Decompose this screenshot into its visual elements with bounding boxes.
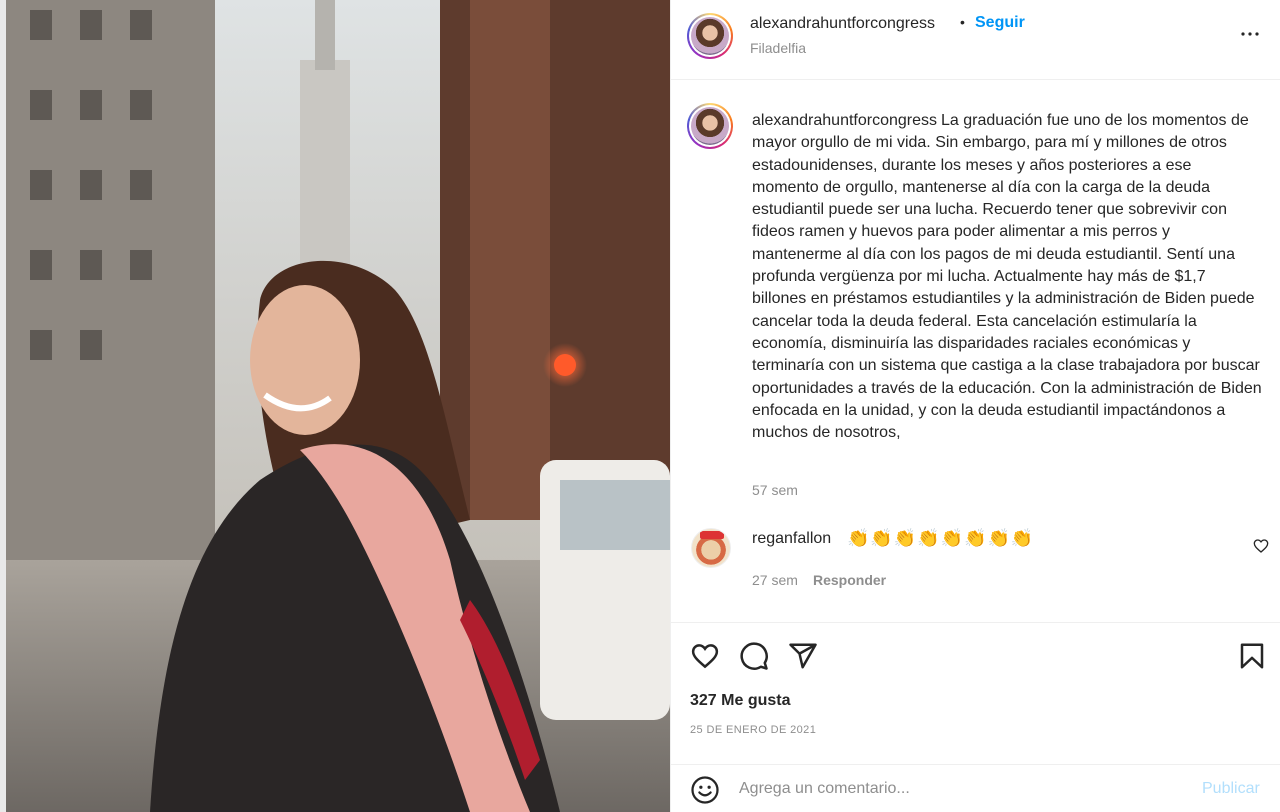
post-header: alexandrahuntforcongress • Seguir Filade… <box>671 0 1280 80</box>
bookmark-icon[interactable] <box>1237 641 1267 671</box>
likes-count[interactable]: 327 Me gusta <box>690 692 790 710</box>
more-options-icon[interactable] <box>1238 22 1262 46</box>
post-location[interactable]: Filadelfia <box>750 40 806 56</box>
comment-username[interactable]: reganfallon <box>752 530 831 548</box>
author-username[interactable]: alexandrahuntforcongress <box>750 15 935 33</box>
comment-text: 👏👏👏👏👏👏👏👏 <box>847 528 1035 548</box>
post-date[interactable]: 25 DE ENERO DE 2021 <box>690 724 816 736</box>
follow-button[interactable]: Seguir <box>975 14 1025 32</box>
caption-username[interactable]: alexandrahuntforcongress <box>752 112 937 129</box>
publish-button[interactable]: Publicar <box>1202 780 1260 798</box>
photo-left-edge <box>0 0 6 812</box>
graduate-photo-illustration <box>0 0 670 812</box>
comment-icon[interactable] <box>739 641 769 671</box>
post-details-panel: alexandrahuntforcongress • Seguir Filade… <box>670 0 1280 812</box>
add-comment-bar: Publicar <box>671 764 1280 812</box>
separator-dot: • <box>960 14 965 30</box>
comment-heart-icon[interactable] <box>1253 538 1269 554</box>
comment-timestamp[interactable]: 27 sem <box>752 572 798 588</box>
caption-timestamp[interactable]: 57 sem <box>752 482 798 498</box>
post-photo[interactable] <box>0 0 670 812</box>
post-caption: alexandrahuntforcongress La graduación fu… <box>752 110 1262 444</box>
share-icon[interactable] <box>788 641 818 671</box>
caption-text: La graduación fue uno de los momentos de… <box>752 112 1262 442</box>
reply-button[interactable]: Responder <box>813 572 886 588</box>
caption-author-avatar[interactable] <box>687 103 733 149</box>
post-actions: 327 Me gusta 25 DE ENERO DE 2021 <box>671 622 1280 762</box>
author-avatar[interactable] <box>687 13 733 59</box>
comment-input[interactable] <box>739 776 1179 802</box>
heart-icon[interactable] <box>690 641 720 671</box>
emoji-icon[interactable] <box>690 775 720 805</box>
commenter-avatar[interactable] <box>691 528 731 568</box>
